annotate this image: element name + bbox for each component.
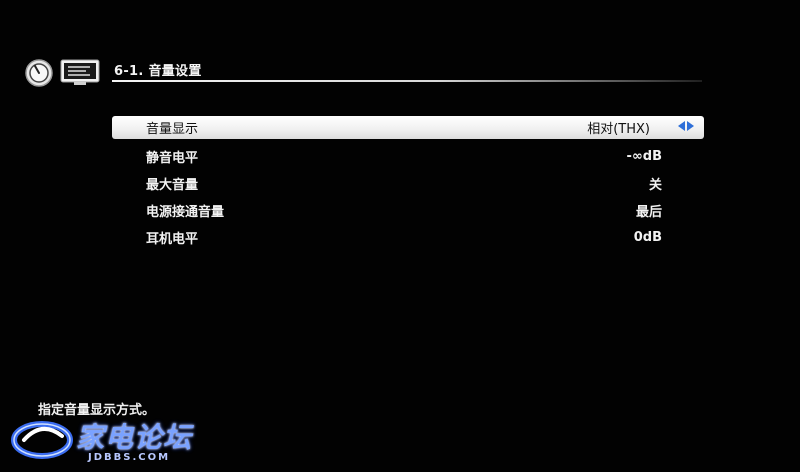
title-divider [112, 80, 702, 82]
volume-knob-icon [24, 58, 54, 88]
menu-item-max-volume[interactable]: 最大音量 关 [112, 170, 704, 197]
watermark-swirl-icon [11, 421, 73, 459]
menu-item-volume-display[interactable]: 音量显示 相对(THX) [112, 116, 704, 139]
menu-item-value: 0dB [633, 230, 662, 245]
watermark-subtitle: JDBBS.COM [88, 452, 171, 463]
menu-item-headphone-level[interactable]: 耳机电平 0dB [112, 224, 704, 251]
menu-item-label: 耳机电平 [146, 232, 199, 247]
header-icons [24, 58, 100, 88]
watermark-title: 家电论坛 [76, 421, 193, 454]
arrow-left-icon[interactable] [678, 121, 685, 131]
menu-item-value: 相对(THX) [587, 122, 650, 137]
menu-item-label: 电源接通音量 [146, 205, 225, 220]
arrow-right-icon[interactable] [687, 121, 694, 131]
menu-item-value: -∞dB [626, 149, 662, 164]
value-arrows[interactable] [678, 121, 694, 131]
menu-item-label: 最大音量 [146, 178, 199, 193]
menu-item-power-on-volume[interactable]: 电源接通音量 最后 [112, 197, 704, 224]
display-monitor-icon [60, 58, 100, 88]
watermark-logo: 家电论坛 JDBBS.COM [10, 414, 210, 466]
osd-screen: 6-1. 音量设置 音量显示 相对(THX) 静音电平 -∞dB 最大音量 关 … [0, 0, 800, 472]
menu-item-mute-level[interactable]: 静音电平 -∞dB [112, 143, 704, 170]
menu-item-label: 音量显示 [146, 122, 199, 137]
menu-item-label: 静音电平 [146, 151, 199, 166]
menu-item-value: 最后 [635, 205, 662, 220]
page-title: 6-1. 音量设置 [114, 64, 202, 79]
menu-item-value: 关 [648, 178, 662, 193]
settings-menu: 音量显示 相对(THX) 静音电平 -∞dB 最大音量 关 电源接通音量 最后 … [112, 116, 704, 251]
